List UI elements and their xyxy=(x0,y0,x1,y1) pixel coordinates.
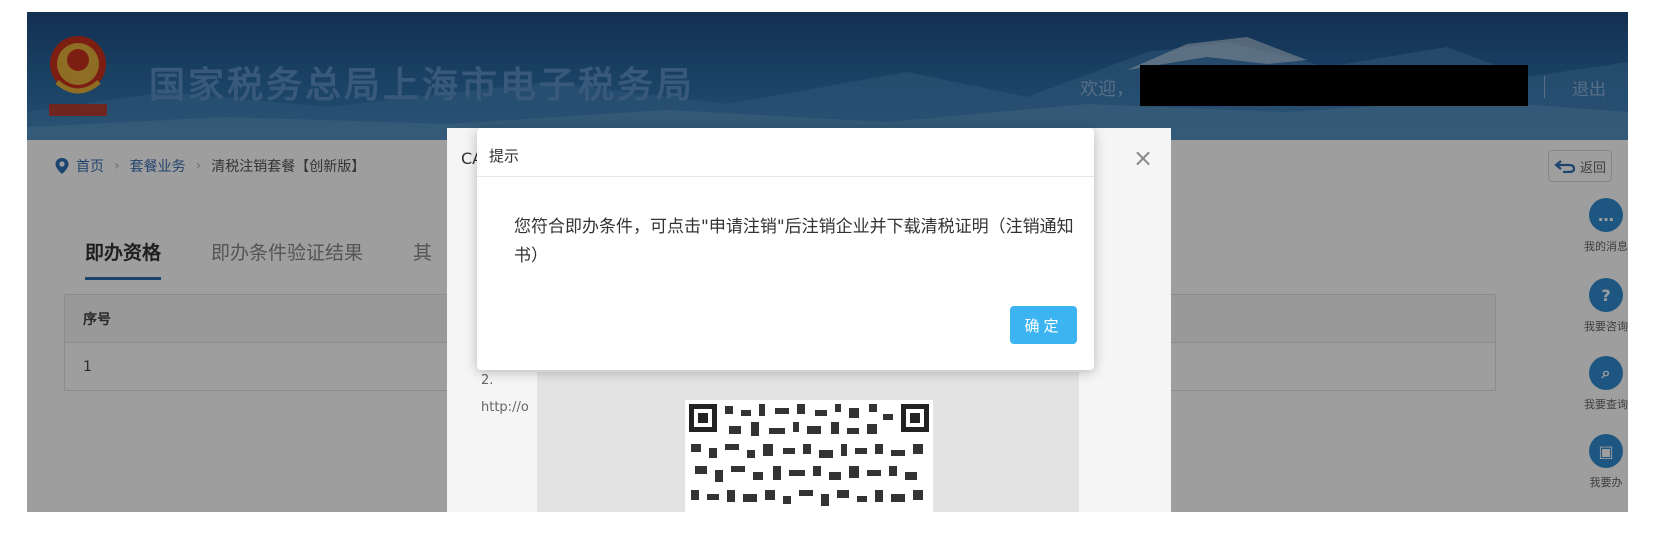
app-window: 国家税务总局上海市电子税务局 欢迎， 退出 首页 › 套餐业务 › 清税注销套餐… xyxy=(27,12,1628,512)
tip-dialog-divider xyxy=(477,176,1094,177)
close-icon[interactable]: × xyxy=(1133,144,1153,172)
tip-dialog: 提示 您符合即办条件，可点击"申请注销"后注销企业并下载清税证明（注销通知书） … xyxy=(477,128,1094,370)
tip-dialog-message: 您符合即办条件，可点击"申请注销"后注销企业并下载清税证明（注销通知书） xyxy=(514,217,1074,266)
tip-dialog-title: 提示 xyxy=(489,147,520,165)
qr-code-image xyxy=(685,400,933,512)
confirm-button[interactable]: 确定 xyxy=(1010,306,1077,344)
